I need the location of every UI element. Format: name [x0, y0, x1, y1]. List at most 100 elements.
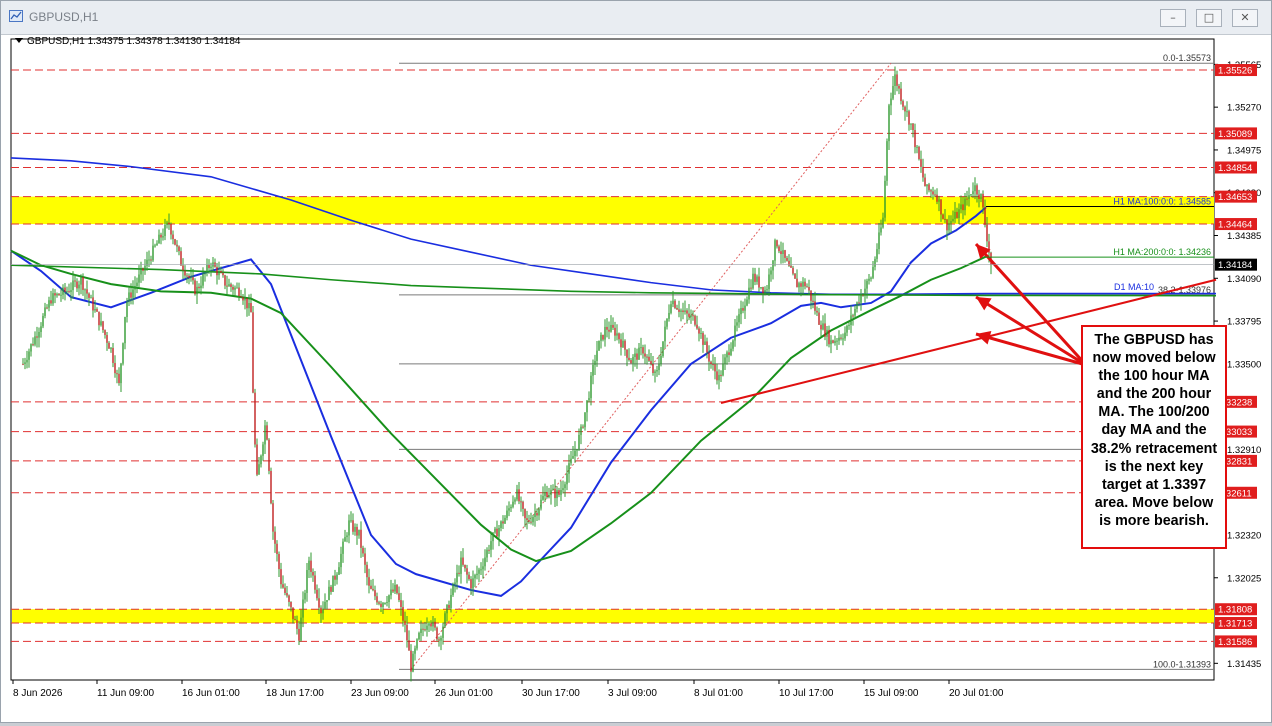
candle-body — [138, 274, 140, 283]
candle-body — [418, 633, 420, 640]
candle-body — [118, 373, 120, 384]
candle-body — [560, 490, 562, 495]
candle-body — [336, 574, 338, 580]
candle-body — [932, 191, 934, 195]
candle-body — [638, 347, 640, 360]
candle-body — [462, 557, 464, 565]
candle-body — [730, 348, 732, 355]
candle-body — [504, 517, 506, 524]
candle-body — [394, 584, 396, 592]
candle-body — [902, 101, 904, 107]
candle-body — [834, 340, 836, 343]
close-button[interactable]: ✕ — [1232, 9, 1258, 27]
candle-body — [306, 570, 308, 593]
candle-body — [934, 194, 936, 196]
plot-frame — [10, 38, 1215, 681]
candle-body — [56, 293, 58, 296]
candle-body — [68, 291, 70, 293]
candle-body — [616, 333, 618, 336]
candle-body — [200, 285, 202, 289]
candle-body — [416, 639, 418, 649]
candle-body — [470, 579, 472, 589]
candle-body — [746, 299, 748, 306]
candle-body — [738, 314, 740, 323]
candle-body — [688, 313, 690, 317]
candle-body — [830, 340, 832, 345]
candle-body — [716, 371, 718, 381]
candle-body — [446, 604, 448, 614]
candle-body — [674, 300, 676, 308]
candle-body — [28, 351, 30, 360]
candle-body — [780, 251, 782, 255]
candle-body — [140, 268, 142, 275]
candle-body — [978, 194, 980, 200]
candle-body — [810, 290, 812, 301]
candle-body — [22, 363, 24, 365]
candle-body — [136, 282, 138, 287]
candle-body — [600, 334, 602, 341]
candle-body — [226, 285, 228, 287]
candle-body — [974, 185, 976, 192]
candle-body — [682, 310, 684, 313]
candle-body — [606, 326, 608, 330]
candle-body — [822, 323, 824, 330]
candle-body — [442, 626, 444, 638]
candle-body — [104, 330, 106, 335]
candle-body — [318, 598, 320, 608]
chart-header: GBPUSD,H1 1.34375 1.34378 1.34130 1.3418… — [27, 36, 241, 47]
candle-body — [814, 301, 816, 311]
candle-body — [854, 308, 856, 316]
candle-body — [698, 328, 700, 334]
candle-body — [284, 587, 286, 594]
candle-body — [838, 337, 840, 341]
candle-body — [604, 326, 606, 340]
candle-body — [260, 455, 262, 465]
candle-body — [222, 272, 224, 276]
candle-body — [550, 489, 552, 495]
candle-body — [784, 250, 786, 258]
minimize-button[interactable]: – — [1160, 9, 1186, 27]
candle-body — [518, 489, 520, 502]
candle-body — [62, 287, 64, 295]
candle-body — [710, 361, 712, 365]
candle-body — [636, 353, 638, 360]
candle-body — [154, 245, 156, 247]
candle-body — [888, 105, 890, 142]
candle-body — [290, 601, 292, 608]
candle-body — [514, 499, 516, 502]
candle-body — [938, 199, 940, 202]
candle-body — [782, 250, 784, 255]
candle-body — [244, 298, 246, 301]
candle-body — [32, 344, 34, 346]
candle-body — [312, 571, 314, 576]
candle-body — [344, 537, 346, 542]
candle-body — [422, 628, 424, 630]
level-price-tag-label: 1.34464 — [1218, 220, 1252, 231]
price-axis-label: 1.34385 — [1227, 231, 1261, 242]
candle-body — [240, 296, 242, 298]
candle-body — [298, 628, 300, 641]
candle-body — [640, 347, 642, 349]
candle-body — [900, 88, 902, 102]
candle-body — [30, 344, 32, 352]
candle-body — [758, 276, 760, 288]
candle-body — [622, 340, 624, 348]
candle-body — [156, 243, 158, 246]
candle-body — [96, 309, 98, 312]
candle-body — [886, 141, 888, 181]
candle-body — [876, 249, 878, 259]
level-price-tag-label: 1.34854 — [1218, 163, 1252, 174]
candle-body — [122, 343, 124, 364]
time-axis-label: 16 Jun 01:00 — [182, 688, 240, 699]
candle-body — [88, 293, 90, 298]
maximize-button[interactable]: □ — [1196, 9, 1222, 27]
candle-body — [120, 363, 122, 384]
candle-body — [430, 623, 432, 627]
candle-body — [850, 315, 852, 325]
candle-body — [242, 297, 244, 301]
candle-body — [852, 315, 854, 317]
candle-body — [788, 260, 790, 266]
candle-body — [880, 227, 882, 233]
candle-body — [124, 317, 126, 344]
candle-body — [382, 603, 384, 607]
